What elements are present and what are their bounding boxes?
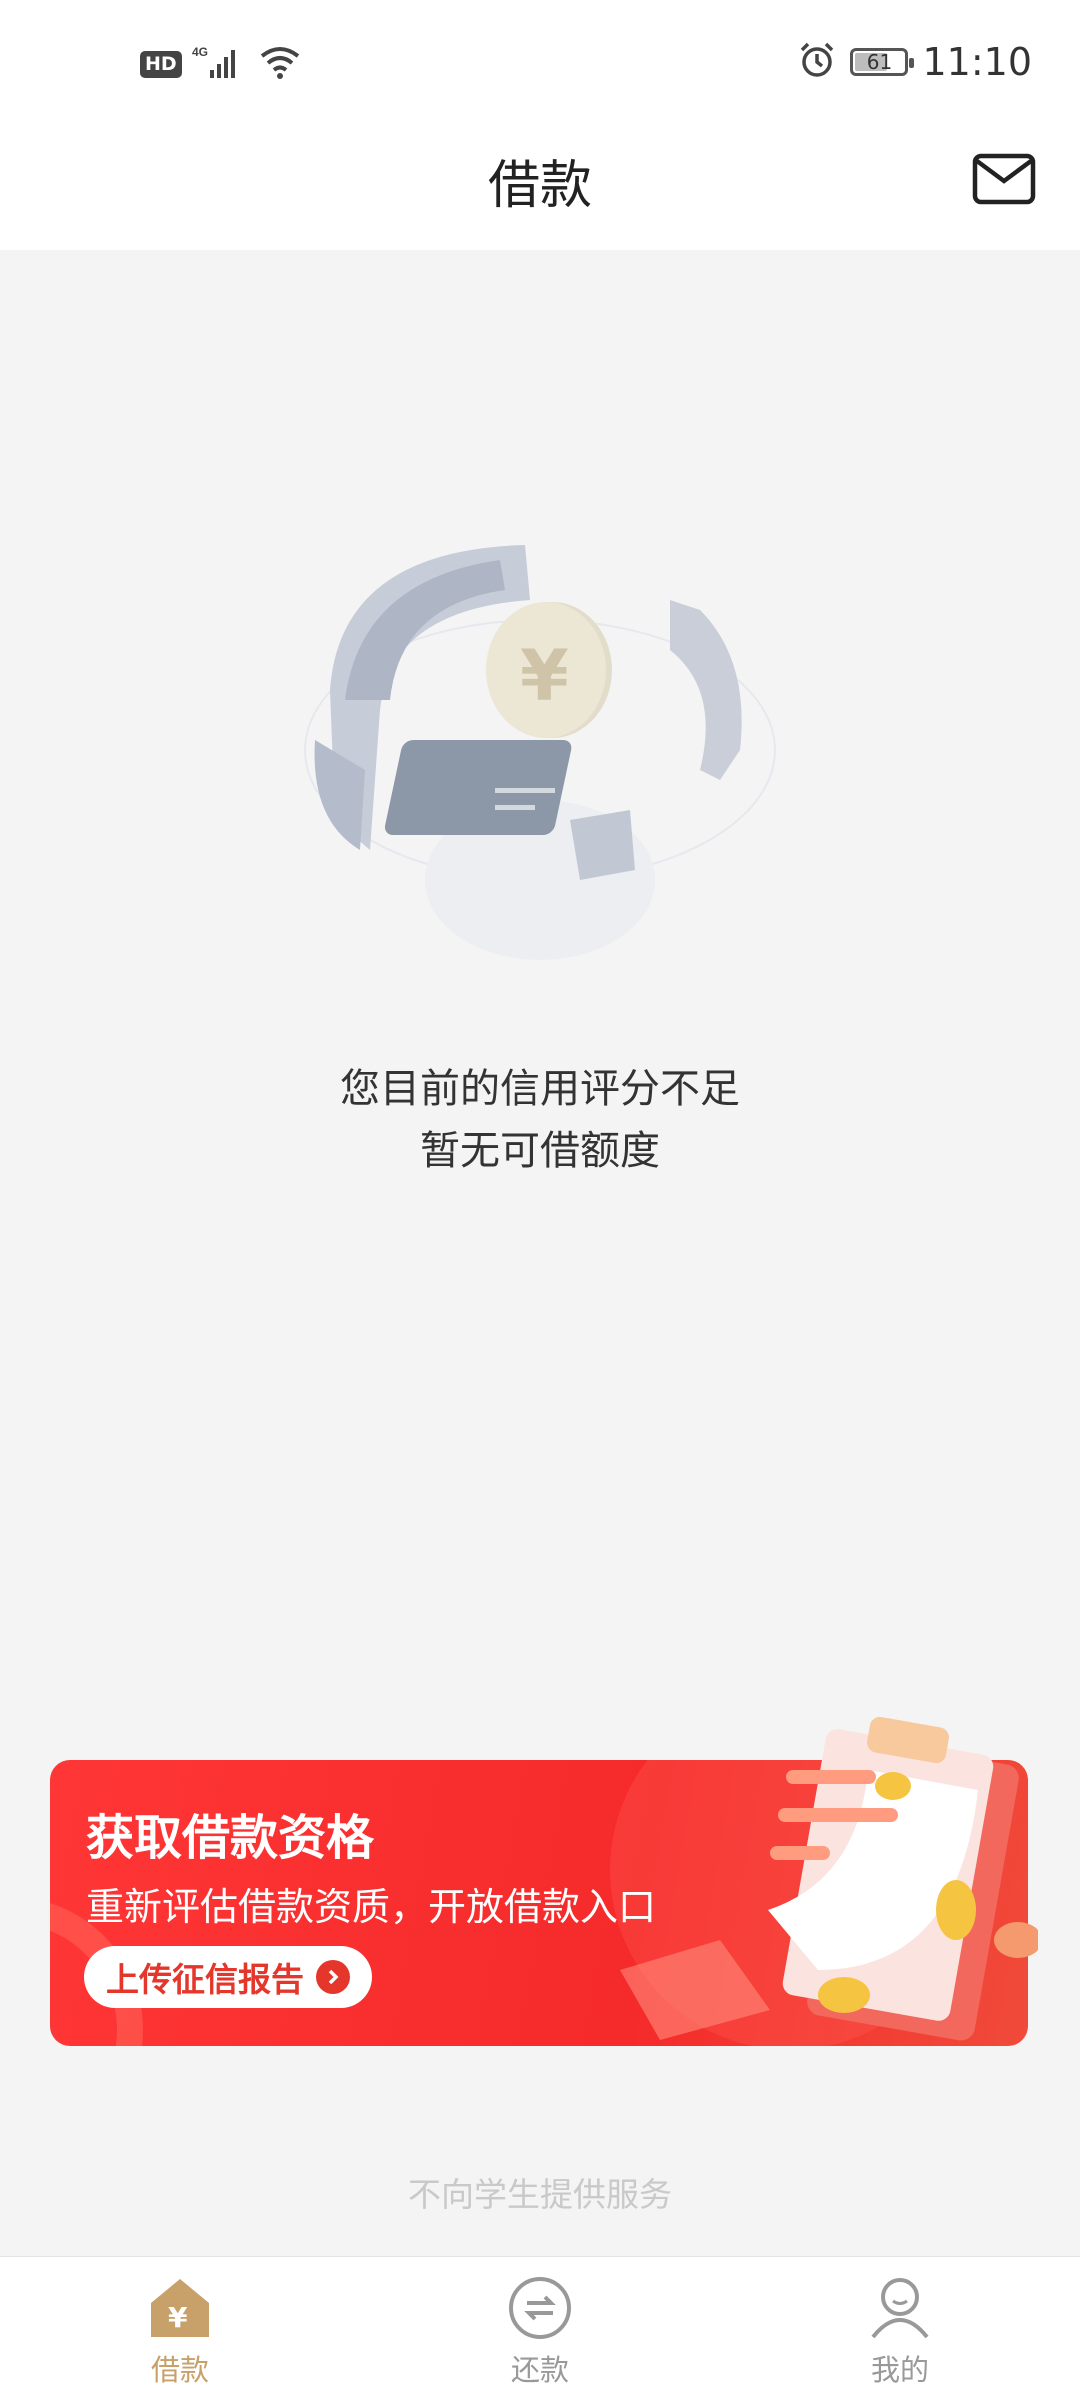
bottom-tab-bar: ¥ 借款 还款 我的 — [0, 2256, 1080, 2400]
student-notice: 不向学生提供服务 — [408, 2175, 672, 2214]
network-type-label: 4G — [192, 45, 208, 59]
status-time: 11:10 — [922, 40, 1032, 84]
tab-loan[interactable]: ¥ 借款 — [0, 2257, 360, 2400]
chevron-right-icon — [316, 1960, 350, 1994]
battery-level: 61 — [866, 50, 893, 74]
app-header: 借款 — [0, 125, 1080, 250]
banner-subtitle: 重新评估借款资质，开放借款入口 — [86, 1885, 657, 1929]
mail-icon[interactable] — [972, 153, 1036, 205]
tab-profile-label: 我的 — [870, 2353, 929, 2387]
status-bar: HD 4G 61 11:10 — [0, 0, 1080, 125]
alarm-icon — [798, 41, 836, 83]
qualification-banner[interactable]: 获取借款资格 重新评估借款资质，开放借款入口 上传征信报告 — [50, 1716, 1042, 2046]
credit-message-line2: 暂无可借额度 — [420, 1128, 660, 1174]
credit-message: 您目前的信用评分不足 暂无可借额度 — [0, 1058, 1080, 1182]
tab-profile[interactable]: 我的 — [720, 2257, 1080, 2400]
tab-loan-label: 借款 — [150, 2353, 209, 2387]
page-title: 借款 — [487, 156, 592, 216]
tab-repay-label: 还款 — [510, 2353, 569, 2387]
hd-badge: HD — [140, 50, 182, 78]
upload-button-label: 上传征信报告 — [106, 1960, 304, 1999]
loan-home-icon: ¥ — [147, 2275, 213, 2341]
credit-message-line1: 您目前的信用评分不足 — [340, 1066, 740, 1112]
coin-card-illustration: ¥ — [300, 520, 780, 970]
tab-repay[interactable]: 还款 — [360, 2257, 720, 2400]
banner-title: 获取借款资格 — [86, 1810, 375, 1866]
profile-icon — [867, 2275, 933, 2341]
svg-text:¥: ¥ — [168, 2301, 188, 2334]
repay-exchange-icon — [507, 2275, 573, 2341]
svg-text:¥: ¥ — [520, 635, 569, 717]
signal-icon: 4G — [192, 44, 248, 84]
wifi-icon — [258, 44, 302, 84]
battery-indicator: 61 — [850, 48, 915, 76]
upload-credit-report-button[interactable]: 上传征信报告 — [84, 1946, 372, 2008]
status-right: 61 11:10 — [798, 40, 1032, 84]
status-left: HD 4G — [140, 44, 302, 84]
clipboard-coins-illustration — [708, 1710, 1042, 2050]
